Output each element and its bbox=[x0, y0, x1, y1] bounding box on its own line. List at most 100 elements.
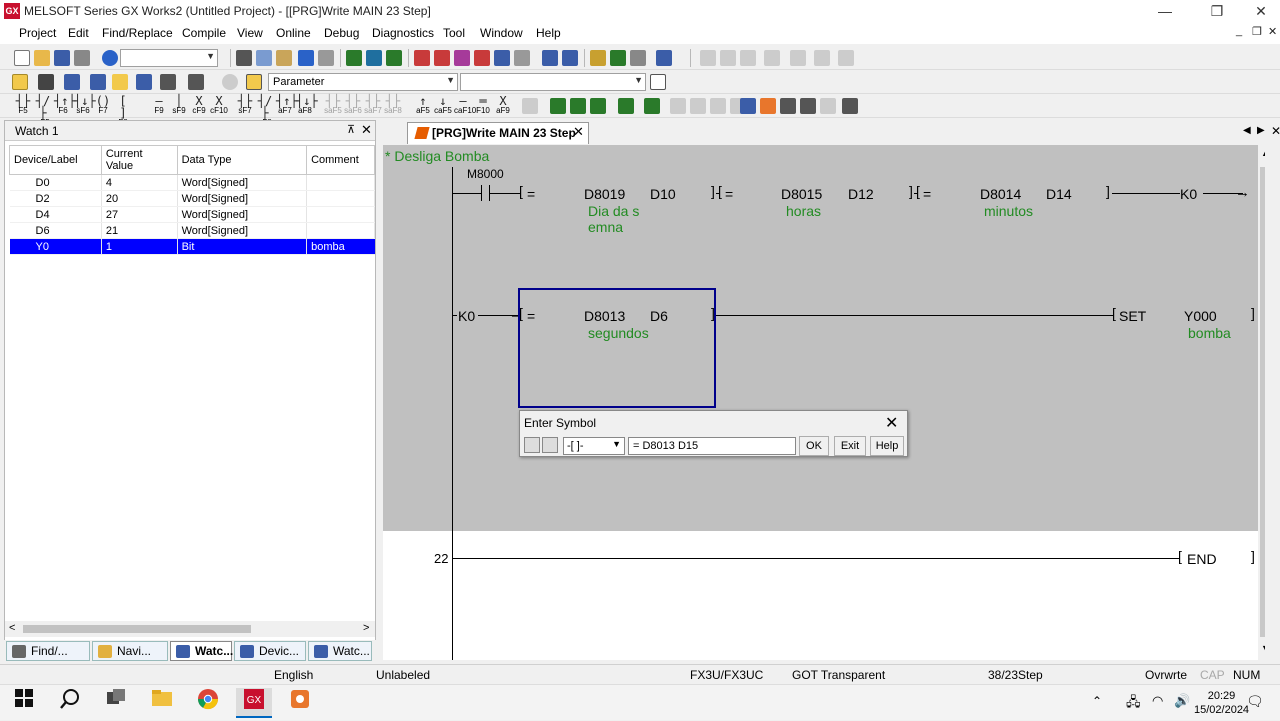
ladder-toolbar-icon-4[interactable] bbox=[590, 98, 606, 114]
device-comment[interactable]: emna bbox=[588, 219, 623, 235]
close-button[interactable]: ✕ bbox=[1238, 0, 1280, 22]
col-current-value[interactable]: Current Value bbox=[100, 145, 178, 175]
fkey-caf10-button[interactable]: — caF10 bbox=[454, 95, 476, 117]
ladder-toolbar-icon-2[interactable] bbox=[550, 98, 566, 114]
output-device[interactable]: Y000 bbox=[1184, 308, 1217, 324]
menu-edit[interactable]: Edit bbox=[68, 26, 89, 40]
mdi-minimize-button[interactable]: _ bbox=[1236, 25, 1242, 37]
col-device-label[interactable]: Device/Label bbox=[9, 145, 102, 175]
cell-device[interactable]: D0 bbox=[9, 174, 102, 191]
cell-comment[interactable] bbox=[306, 206, 375, 223]
cut-icon[interactable] bbox=[236, 50, 252, 66]
toolbar-combo-2[interactable]: ▼ bbox=[460, 73, 646, 91]
cell-device[interactable]: Y0 bbox=[9, 238, 102, 255]
fkey-f8-button[interactable]: [ ]F8 bbox=[114, 95, 132, 127]
ladder-toolbar-icon-3[interactable] bbox=[570, 98, 586, 114]
ladder-toolbar-icon-8[interactable] bbox=[690, 98, 706, 114]
compare-operand[interactable]: D8019 bbox=[584, 186, 625, 202]
scroll-up-icon[interactable]: ▲ bbox=[1261, 148, 1265, 158]
network-icon[interactable]: 🖧 bbox=[1126, 693, 1141, 715]
menu-diagnostics[interactable]: Diagnostics bbox=[372, 26, 434, 40]
cell-comment[interactable] bbox=[306, 174, 375, 191]
ladder-toolbar-icon-9[interactable] bbox=[710, 98, 726, 114]
tab-prg-main[interactable]: [PRG]Write MAIN 23 Step ✕ bbox=[407, 122, 589, 144]
ladder-toolbar-icon-13[interactable] bbox=[780, 98, 796, 114]
taskbar-explorer[interactable] bbox=[144, 688, 180, 718]
watch-icon[interactable] bbox=[160, 74, 176, 90]
ladder-toolbar-icon-11[interactable] bbox=[740, 98, 756, 114]
fkey-f5-button[interactable]: ┤├ F5 bbox=[14, 95, 32, 117]
taskbar-search-button[interactable] bbox=[52, 688, 88, 718]
paste-icon[interactable] bbox=[276, 50, 292, 66]
device-test-icon[interactable] bbox=[562, 50, 578, 66]
cpu-icon[interactable] bbox=[38, 74, 54, 90]
redo-icon[interactable] bbox=[318, 50, 334, 66]
menu-compile[interactable]: Compile bbox=[182, 26, 226, 40]
menu-online[interactable]: Online bbox=[276, 26, 311, 40]
parameter-icon[interactable] bbox=[246, 74, 262, 90]
tab-find[interactable]: Find/... bbox=[6, 641, 90, 661]
compare-operand[interactable]: D8014 bbox=[980, 186, 1021, 202]
cell-value[interactable]: 1 bbox=[101, 238, 178, 255]
menu-debug[interactable]: Debug bbox=[324, 26, 359, 40]
fkey-f10-button[interactable]: ═ F10 bbox=[474, 95, 492, 117]
help-icon[interactable] bbox=[102, 50, 118, 66]
statement-comment[interactable]: * Desliga Bomba bbox=[385, 148, 489, 164]
ladder-toolbar-icon-7[interactable] bbox=[670, 98, 686, 114]
toolbar-icon-a[interactable] bbox=[514, 50, 530, 66]
scroll-right-icon[interactable]: > bbox=[363, 622, 369, 634]
fkey-af8-button[interactable]: ┤↓├ aF8 bbox=[296, 95, 318, 117]
ladder-toolbar-icon-15[interactable] bbox=[820, 98, 836, 114]
menu-find-replace[interactable]: Find/Replace bbox=[102, 26, 173, 40]
compare-op[interactable]: = bbox=[725, 186, 733, 202]
table-row[interactable]: D6 21 Word[Signed] bbox=[9, 222, 375, 239]
copy-icon[interactable] bbox=[256, 50, 272, 66]
taskbar-gxworks[interactable]: GX bbox=[236, 688, 272, 718]
monitor-icon[interactable] bbox=[454, 50, 470, 66]
monitor-stop-icon[interactable] bbox=[610, 50, 626, 66]
cell-type[interactable]: Bit bbox=[177, 238, 308, 255]
connector-label[interactable]: K0 bbox=[458, 308, 475, 324]
fkey-f6-button[interactable]: ┤↑├ F6 bbox=[54, 95, 76, 117]
taskbar-clock[interactable]: 20:29 15/02/2024 bbox=[1194, 689, 1249, 717]
col-comment[interactable]: Comment bbox=[306, 145, 375, 175]
minimize-button[interactable]: — bbox=[1142, 0, 1188, 22]
tab-close-icon[interactable]: ✕ bbox=[573, 124, 584, 140]
fkey-sf6-button[interactable]: ┤↓├ sF6 bbox=[74, 95, 96, 117]
cell-value[interactable]: 4 bbox=[101, 174, 178, 191]
scrollbar-thumb[interactable] bbox=[23, 625, 251, 633]
device-comment[interactable]: horas bbox=[786, 203, 821, 219]
ladder-toolbar-icon-14[interactable] bbox=[800, 98, 816, 114]
ladder-toolbar-icon-16[interactable] bbox=[842, 98, 858, 114]
cell-type[interactable]: Word[Signed] bbox=[177, 190, 308, 207]
find-icon[interactable] bbox=[650, 74, 666, 90]
instruction[interactable]: END bbox=[1187, 551, 1217, 567]
watch-close-icon[interactable]: ✕ bbox=[361, 122, 372, 138]
fkey-cf10-button[interactable]: XcF10 bbox=[210, 95, 228, 117]
window-list-icon[interactable] bbox=[64, 74, 80, 90]
menu-project[interactable]: Project bbox=[19, 26, 56, 40]
device-list-icon[interactable] bbox=[524, 437, 540, 453]
connector-label[interactable]: K0 bbox=[1180, 186, 1197, 202]
cell-device[interactable]: D4 bbox=[9, 206, 102, 223]
symbol-input[interactable]: = D8013 D15 bbox=[628, 437, 796, 455]
ladder-editor[interactable]: * Desliga Bomba M8000 [ = D8019 D10 Dia … bbox=[383, 145, 1265, 660]
help-button[interactable]: Help bbox=[870, 436, 904, 456]
cell-device[interactable]: D6 bbox=[9, 222, 102, 239]
ok-button[interactable]: OK bbox=[799, 436, 829, 456]
ladder-toolbar-icon-1[interactable] bbox=[522, 98, 538, 114]
vertical-scrollbar[interactable]: ▲ ▼ bbox=[1258, 145, 1265, 660]
scroll-down-icon[interactable]: ▼ bbox=[1261, 643, 1265, 653]
menu-tool[interactable]: Tool bbox=[443, 26, 465, 40]
window-icon[interactable] bbox=[656, 50, 672, 66]
menu-window[interactable]: Window bbox=[480, 26, 523, 40]
instruction[interactable]: SET bbox=[1119, 308, 1146, 324]
find-device-icon[interactable] bbox=[346, 50, 362, 66]
fkey-cf9-button[interactable]: XcF9 bbox=[190, 95, 208, 117]
compile-icon[interactable] bbox=[494, 50, 510, 66]
horizontal-scrollbar[interactable]: < > bbox=[5, 621, 375, 637]
fkey-f7-button[interactable]: () F7 bbox=[94, 95, 112, 117]
contact-label[interactable]: M8000 bbox=[467, 167, 504, 181]
cell-type[interactable]: Word[Signed] bbox=[177, 222, 308, 239]
col-data-type[interactable]: Data Type bbox=[176, 145, 308, 175]
